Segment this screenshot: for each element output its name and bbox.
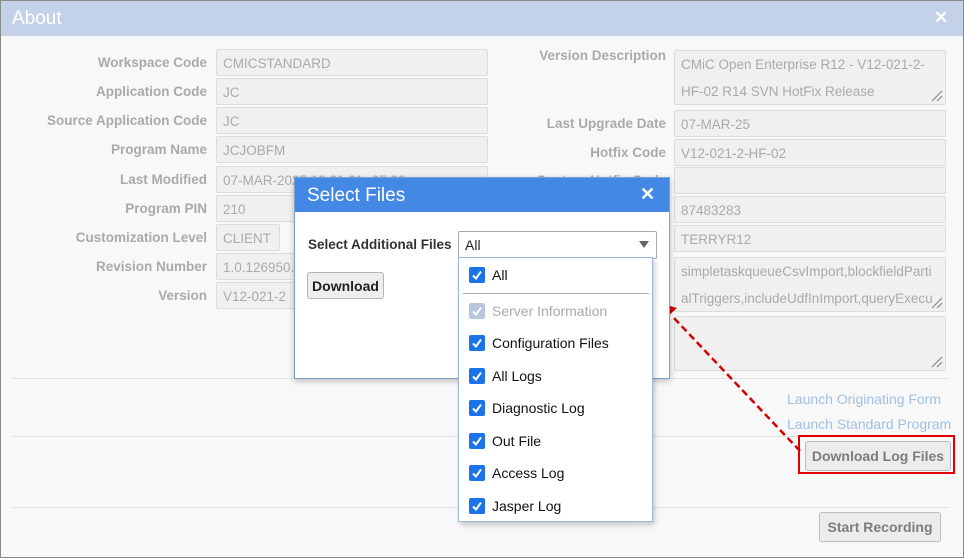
option-label: All Logs	[492, 368, 542, 384]
files-dropdown-list: All Server Information Configuration Fil…	[458, 257, 653, 522]
select-value: All	[465, 237, 481, 253]
checkbox-checked-icon[interactable]	[469, 368, 485, 384]
option-label: All	[492, 267, 508, 283]
option-jasper-log[interactable]: Jasper Log	[459, 491, 652, 521]
dialog-close-icon[interactable]: ✕	[640, 184, 655, 205]
checkbox-checked-icon[interactable]	[469, 267, 485, 283]
option-out-file[interactable]: Out File	[459, 426, 652, 456]
option-label: Diagnostic Log	[492, 400, 585, 416]
option-label: Configuration Files	[492, 335, 609, 351]
checkbox-disabled-icon	[469, 303, 485, 319]
option-label: Out File	[492, 433, 542, 449]
dropdown-separator	[463, 293, 649, 294]
chevron-down-icon[interactable]	[639, 241, 649, 248]
option-server-information: Server Information	[459, 296, 652, 326]
dialog-title-bar: Select Files ✕	[295, 178, 669, 212]
option-label: Server Information	[492, 303, 608, 319]
option-all-logs[interactable]: All Logs	[459, 361, 652, 391]
checkbox-checked-icon[interactable]	[469, 433, 485, 449]
select-additional-files-label: Select Additional Files	[308, 237, 452, 252]
dialog-title: Select Files	[307, 185, 406, 206]
option-access-log[interactable]: Access Log	[459, 458, 652, 488]
download-button[interactable]: Download	[307, 272, 384, 299]
checkbox-checked-icon[interactable]	[469, 400, 485, 416]
option-all[interactable]: All	[459, 260, 652, 290]
checkbox-checked-icon[interactable]	[469, 498, 485, 514]
checkbox-checked-icon[interactable]	[469, 335, 485, 351]
option-label: Jasper Log	[492, 498, 562, 514]
option-configuration-files[interactable]: Configuration Files	[459, 328, 652, 358]
additional-files-select[interactable]: All	[458, 231, 657, 259]
option-diagnostic-log[interactable]: Diagnostic Log	[459, 393, 652, 423]
option-label: Access Log	[492, 465, 565, 481]
checkbox-checked-icon[interactable]	[469, 465, 485, 481]
